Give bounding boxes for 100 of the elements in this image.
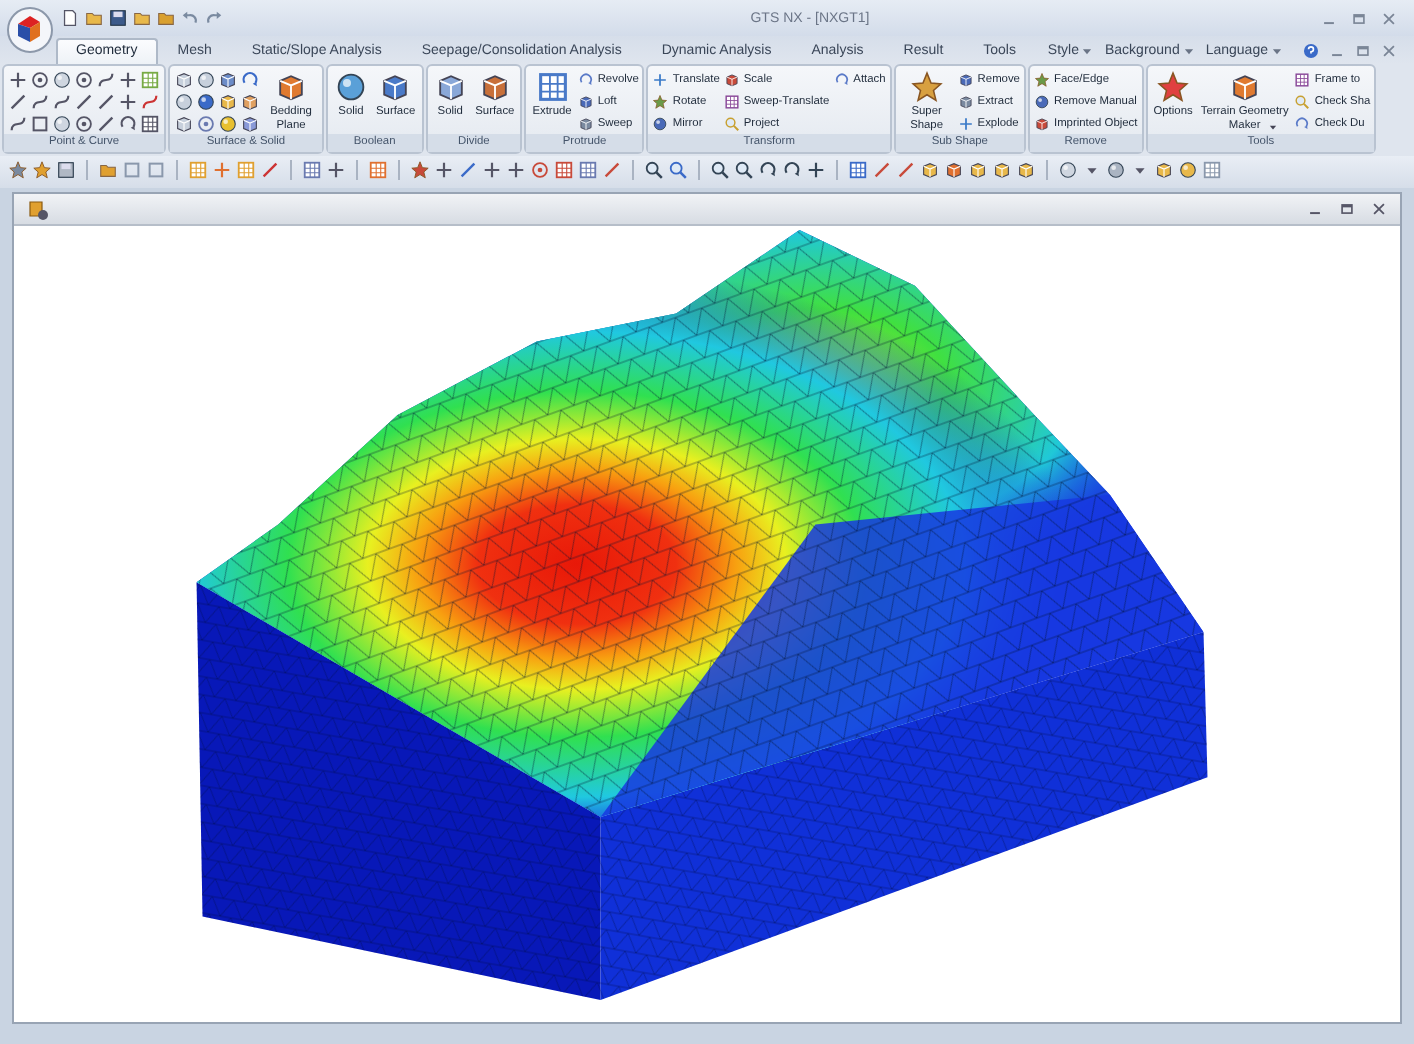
help-icon[interactable] <box>1302 42 1320 60</box>
sphere-icon <box>334 70 368 104</box>
cross-icon[interactable] <box>482 160 502 180</box>
target-icon[interactable] <box>30 70 50 90</box>
sphere-icon[interactable] <box>52 70 72 90</box>
page-icon[interactable] <box>60 8 80 28</box>
line-icon[interactable] <box>74 92 94 112</box>
cube-icon <box>433 70 468 104</box>
line-icon[interactable] <box>260 160 280 180</box>
star-icon <box>652 94 669 110</box>
cross-icon[interactable] <box>806 160 826 180</box>
star-icon <box>1033 72 1050 88</box>
rotate-icon[interactable] <box>240 70 260 90</box>
cross-icon[interactable] <box>506 160 526 180</box>
grid-icon <box>1294 72 1311 88</box>
curve-icon[interactable] <box>96 70 116 90</box>
star-icon[interactable] <box>32 160 52 180</box>
target-icon[interactable] <box>196 114 216 134</box>
magnifier-icon[interactable] <box>668 160 688 180</box>
sphere-icon <box>1033 94 1050 110</box>
sphere-icon[interactable] <box>1058 160 1078 180</box>
cube-icon <box>378 70 413 104</box>
close-icon[interactable] <box>1380 9 1398 27</box>
rotate-icon[interactable] <box>118 114 138 134</box>
document-icon <box>26 197 50 221</box>
grid-icon <box>723 94 740 110</box>
folder-icon[interactable] <box>84 8 104 28</box>
cube-icon <box>577 94 594 110</box>
cube-icon <box>957 94 974 110</box>
sphere-icon[interactable] <box>196 92 216 112</box>
folder-icon[interactable] <box>98 160 118 180</box>
redo-icon[interactable] <box>204 8 224 28</box>
line-icon[interactable] <box>896 160 916 180</box>
maximize-icon[interactable] <box>1350 9 1368 27</box>
cube-icon <box>723 72 740 88</box>
star-icon <box>1156 70 1191 104</box>
star-icon[interactable] <box>410 160 430 180</box>
grid-icon[interactable] <box>554 160 574 180</box>
cube-icon[interactable] <box>218 70 238 90</box>
cross-icon[interactable] <box>118 70 138 90</box>
magnifier-icon[interactable] <box>644 160 664 180</box>
cube-icon <box>274 70 308 104</box>
star-icon <box>909 70 944 104</box>
cross-icon[interactable] <box>434 160 454 180</box>
star-icon[interactable] <box>8 160 28 180</box>
cube-icon[interactable] <box>174 114 194 134</box>
cube-icon[interactable] <box>218 92 238 112</box>
grid-icon <box>535 70 570 104</box>
cube-icon <box>577 116 594 132</box>
magnifier-icon[interactable] <box>734 160 754 180</box>
cube-icon <box>1227 70 1262 104</box>
cube-icon[interactable] <box>1154 160 1174 180</box>
cube-icon[interactable] <box>944 160 964 180</box>
undo-icon[interactable] <box>180 8 200 28</box>
grid-icon[interactable] <box>578 160 598 180</box>
cross-icon <box>652 72 669 88</box>
cube-icon[interactable] <box>992 160 1012 180</box>
cube-icon[interactable] <box>240 92 260 112</box>
line-icon[interactable] <box>458 160 478 180</box>
grid-icon[interactable] <box>848 160 868 180</box>
line-icon[interactable] <box>96 114 116 134</box>
line-icon[interactable] <box>8 92 28 112</box>
target-icon[interactable] <box>74 70 94 90</box>
cross-icon[interactable] <box>118 92 138 112</box>
sphere-icon[interactable] <box>196 70 216 90</box>
curve-icon[interactable] <box>140 92 160 112</box>
cube-icon[interactable] <box>174 70 194 90</box>
rotate-icon <box>577 72 594 88</box>
rotate-icon <box>833 72 850 88</box>
grid-icon[interactable] <box>368 160 388 180</box>
rotate-icon <box>1294 116 1311 132</box>
sphere-icon[interactable] <box>1178 160 1198 180</box>
cube-icon <box>1033 116 1050 132</box>
magnifier-icon <box>1294 94 1311 110</box>
sphere-icon[interactable] <box>174 92 194 112</box>
cross-icon[interactable] <box>326 160 346 180</box>
cube-icon[interactable] <box>920 160 940 180</box>
square-icon[interactable] <box>30 114 50 134</box>
cube-icon[interactable] <box>968 160 988 180</box>
close-icon[interactable] <box>1370 200 1388 218</box>
line-icon[interactable] <box>602 160 622 180</box>
sphere-icon[interactable] <box>1106 160 1126 180</box>
line-icon[interactable] <box>872 160 892 180</box>
magnifier-icon[interactable] <box>710 160 730 180</box>
close-icon[interactable] <box>1380 42 1398 60</box>
grid-icon[interactable] <box>302 160 322 180</box>
cube-icon <box>477 70 512 104</box>
sphere-icon[interactable] <box>52 114 72 134</box>
cube-icon[interactable] <box>1016 160 1036 180</box>
maximize-icon[interactable] <box>1354 42 1372 60</box>
target-icon[interactable] <box>74 114 94 134</box>
target-icon[interactable] <box>530 160 550 180</box>
cube-icon <box>957 72 974 88</box>
sphere-icon[interactable] <box>218 114 238 134</box>
line-icon[interactable] <box>96 92 116 112</box>
cube-icon[interactable] <box>240 114 260 134</box>
maximize-icon[interactable] <box>1338 200 1356 218</box>
cross-icon[interactable] <box>8 70 28 90</box>
cross-icon <box>957 116 974 132</box>
grid-icon[interactable] <box>140 114 160 134</box>
